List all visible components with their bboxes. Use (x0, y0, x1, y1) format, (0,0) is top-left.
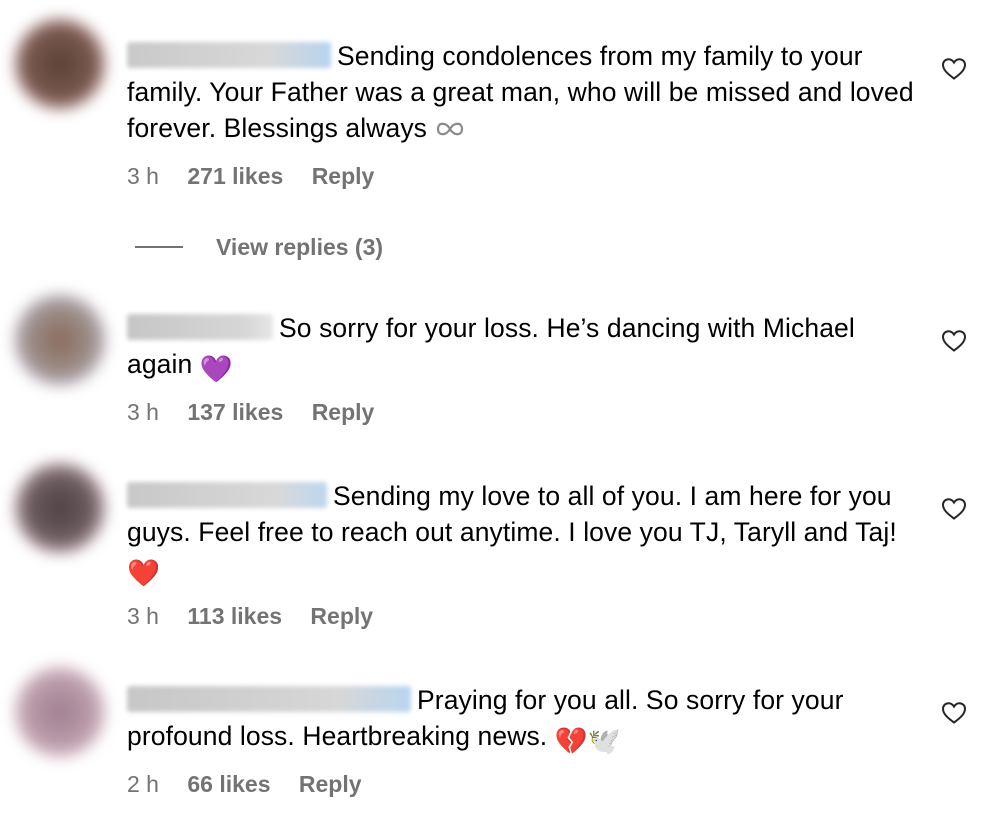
likes-count[interactable]: 66 likes (187, 771, 270, 797)
avatar[interactable] (14, 294, 106, 386)
timestamp[interactable]: 2 h (127, 771, 159, 797)
username-redacted[interactable] (127, 314, 273, 340)
like-heart-icon[interactable] (941, 57, 967, 81)
timestamp[interactable]: 3 h (127, 399, 159, 425)
purple-heart-emoji: 💜 (199, 354, 233, 384)
comment-meta: 2 h 66 likes Reply (127, 771, 384, 798)
comment-meta: 3 h 137 likes Reply (127, 399, 396, 426)
likes-count[interactable]: 113 likes (187, 603, 282, 629)
likes-count[interactable]: 137 likes (187, 399, 283, 425)
reply-button[interactable]: Reply (312, 163, 375, 189)
replies-divider-line (135, 246, 183, 248)
comment-body: So sorry for your loss. He’s dancing wit… (127, 310, 917, 387)
infinity-icon (436, 122, 463, 136)
comment-body: Sending condolences from my family to yo… (127, 38, 917, 146)
avatar[interactable] (14, 462, 106, 554)
like-heart-icon[interactable] (941, 497, 967, 521)
timestamp[interactable]: 3 h (127, 163, 159, 189)
red-heart-emoji: ❤️ (127, 558, 161, 588)
reply-button[interactable]: Reply (310, 603, 373, 629)
comment-meta: 3 h 113 likes Reply (127, 603, 395, 630)
like-heart-icon[interactable] (941, 329, 967, 353)
view-replies-button[interactable]: View replies (3) (135, 232, 383, 262)
comment-meta: 3 h 271 likes Reply (127, 163, 396, 190)
comment-body: Praying for you all. So sorry for your p… (127, 682, 917, 759)
username-redacted[interactable] (127, 482, 327, 508)
comment-body: Sending my love to all of you. I am here… (127, 478, 917, 591)
likes-count[interactable]: 271 likes (187, 163, 283, 189)
reply-button[interactable]: Reply (299, 771, 362, 797)
like-heart-icon[interactable] (941, 701, 967, 725)
avatar[interactable] (14, 666, 106, 758)
username-redacted[interactable] (127, 42, 331, 68)
view-replies-label: View replies (3) (216, 233, 384, 260)
username-redacted[interactable] (127, 686, 411, 712)
broken-heart-dove-emoji: 💔🕊️ (554, 726, 621, 756)
timestamp[interactable]: 3 h (127, 603, 159, 629)
avatar[interactable] (14, 18, 106, 110)
reply-button[interactable]: Reply (312, 399, 375, 425)
